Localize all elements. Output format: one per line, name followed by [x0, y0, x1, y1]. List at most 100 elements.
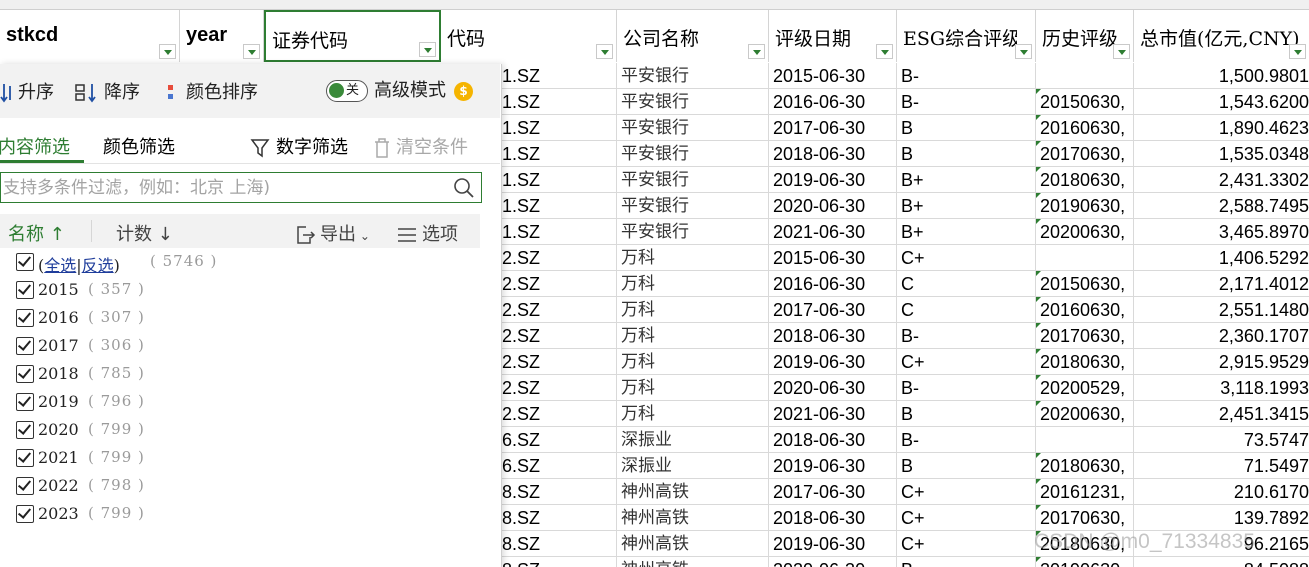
- cell-history-rating[interactable]: 20190630,: [1036, 193, 1134, 219]
- table-row[interactable]: 1.SZ 平安银行 2019-06-30 B+ 20180630, 2,431.3302: [502, 167, 1309, 193]
- table-row[interactable]: 1.SZ 平安银行 2015-06-30 B- 1,500.9801: [502, 63, 1309, 89]
- cell-market-cap[interactable]: 1,543.6200: [1134, 89, 1309, 115]
- cell-code[interactable]: 8.SZ: [502, 531, 617, 557]
- cell-code[interactable]: 2.SZ: [502, 323, 617, 349]
- list-item-select-all[interactable]: (全选|反选) ( 5746 ): [0, 249, 480, 277]
- cell-company-name[interactable]: 深振业: [617, 453, 769, 479]
- list-item[interactable]: 2019 ( 796 ): [0, 389, 480, 417]
- checkbox[interactable]: [16, 337, 34, 355]
- export-button[interactable]: 导出 ⌄: [294, 220, 370, 246]
- column-header-stkcd[interactable]: stkcd: [0, 10, 180, 62]
- color-sort-button[interactable]: 颜色排序: [164, 78, 258, 104]
- cell-rating-date[interactable]: 2017-06-30: [769, 297, 897, 323]
- filter-dropdown-icon[interactable]: [596, 44, 613, 59]
- cell-market-cap[interactable]: 2,915.9529: [1134, 349, 1309, 375]
- cell-esg-rating[interactable]: C+: [897, 479, 1036, 505]
- list-item[interactable]: 2016 ( 307 ): [0, 305, 480, 333]
- table-row[interactable]: 2.SZ 万科 2016-06-30 C 20150630, 2,171.4012: [502, 271, 1309, 297]
- cell-code[interactable]: 6.SZ: [502, 427, 617, 453]
- cell-esg-rating[interactable]: B: [897, 141, 1036, 167]
- cell-company-name[interactable]: 平安银行: [617, 63, 769, 89]
- cell-code[interactable]: 2.SZ: [502, 401, 617, 427]
- cell-history-rating[interactable]: 20161231,: [1036, 479, 1134, 505]
- column-header-market-cap[interactable]: 总市值(亿元,CNY): [1134, 10, 1309, 62]
- cell-rating-date[interactable]: 2016-06-30: [769, 271, 897, 297]
- list-item[interactable]: 2021 ( 799 ): [0, 445, 480, 473]
- checkbox[interactable]: [16, 477, 34, 495]
- cell-company-name[interactable]: 神州高铁: [617, 557, 769, 567]
- list-item[interactable]: 2017 ( 306 ): [0, 333, 480, 361]
- cell-rating-date[interactable]: 2015-06-30: [769, 63, 897, 89]
- table-row[interactable]: 2.SZ 万科 2015-06-30 C+ 1,406.5292: [502, 245, 1309, 271]
- column-header-security-code[interactable]: 证券代码: [264, 10, 441, 62]
- cell-esg-rating[interactable]: B-: [897, 63, 1036, 89]
- cell-esg-rating[interactable]: B+: [897, 167, 1036, 193]
- cell-esg-rating[interactable]: B: [897, 557, 1036, 567]
- cell-rating-date[interactable]: 2021-06-30: [769, 219, 897, 245]
- cell-rating-date[interactable]: 2017-06-30: [769, 479, 897, 505]
- cell-code[interactable]: 8.SZ: [502, 505, 617, 531]
- cell-company-name[interactable]: 万科: [617, 349, 769, 375]
- column-header-history-rating[interactable]: 历史评级: [1036, 10, 1134, 62]
- cell-code[interactable]: 2.SZ: [502, 245, 617, 271]
- cell-company-name[interactable]: 万科: [617, 297, 769, 323]
- cell-market-cap[interactable]: 73.5747: [1134, 427, 1309, 453]
- advanced-mode-toggle[interactable]: 关高级模式 $: [326, 76, 473, 102]
- cell-company-name[interactable]: 平安银行: [617, 141, 769, 167]
- filter-dropdown-icon[interactable]: [243, 44, 260, 59]
- select-all-link[interactable]: 全选: [44, 256, 76, 275]
- cell-company-name[interactable]: 平安银行: [617, 193, 769, 219]
- cell-market-cap[interactable]: 2,551.1480: [1134, 297, 1309, 323]
- search-icon[interactable]: [453, 177, 475, 199]
- cell-market-cap[interactable]: 210.6170: [1134, 479, 1309, 505]
- cell-code[interactable]: 2.SZ: [502, 375, 617, 401]
- cell-market-cap[interactable]: 139.7892: [1134, 505, 1309, 531]
- cell-esg-rating[interactable]: B-: [897, 375, 1036, 401]
- tab-content-filter[interactable]: 内容筛选: [0, 133, 70, 159]
- cell-company-name[interactable]: 万科: [617, 401, 769, 427]
- checkbox[interactable]: [16, 253, 34, 271]
- filter-dropdown-icon[interactable]: [748, 44, 765, 59]
- checkbox[interactable]: [16, 281, 34, 299]
- cell-code[interactable]: 6.SZ: [502, 453, 617, 479]
- filter-dropdown-icon[interactable]: [1289, 44, 1306, 59]
- cell-rating-date[interactable]: 2019-06-30: [769, 167, 897, 193]
- cell-market-cap[interactable]: 1,890.4623: [1134, 115, 1309, 141]
- cell-esg-rating[interactable]: B: [897, 115, 1036, 141]
- cell-market-cap[interactable]: 2,451.3415: [1134, 401, 1309, 427]
- cell-history-rating[interactable]: [1036, 427, 1134, 453]
- column-header-code[interactable]: 代码: [441, 10, 617, 62]
- cell-company-name[interactable]: 平安银行: [617, 89, 769, 115]
- cell-company-name[interactable]: 神州高铁: [617, 479, 769, 505]
- column-header-year[interactable]: year: [180, 10, 264, 62]
- table-row[interactable]: 2.SZ 万科 2021-06-30 B 20200630, 2,451.3415: [502, 401, 1309, 427]
- table-row[interactable]: 1.SZ 平安银行 2020-06-30 B+ 20190630, 2,588.7495: [502, 193, 1309, 219]
- cell-esg-rating[interactable]: C+: [897, 531, 1036, 557]
- cell-rating-date[interactable]: 2018-06-30: [769, 505, 897, 531]
- table-row[interactable]: 1.SZ 平安银行 2021-06-30 B+ 20200630, 3,465.8970: [502, 219, 1309, 245]
- cell-history-rating[interactable]: 20190630,: [1036, 557, 1134, 567]
- checkbox[interactable]: [16, 449, 34, 467]
- filter-dropdown-icon[interactable]: [159, 44, 176, 59]
- cell-market-cap[interactable]: 1,500.9801: [1134, 63, 1309, 89]
- sort-by-name-button[interactable]: 名称 ↑: [8, 220, 65, 246]
- cell-history-rating[interactable]: 20150630,: [1036, 89, 1134, 115]
- tab-color-filter[interactable]: 颜色筛选: [103, 133, 175, 159]
- cell-rating-date[interactable]: 2018-06-30: [769, 323, 897, 349]
- list-item[interactable]: 2015 ( 357 ): [0, 277, 480, 305]
- cell-esg-rating[interactable]: B+: [897, 193, 1036, 219]
- filter-dropdown-icon[interactable]: [419, 42, 436, 57]
- cell-code[interactable]: 2.SZ: [502, 271, 617, 297]
- cell-code[interactable]: 1.SZ: [502, 219, 617, 245]
- cell-history-rating[interactable]: 20180630,: [1036, 167, 1134, 193]
- cell-rating-date[interactable]: 2019-06-30: [769, 349, 897, 375]
- cell-rating-date[interactable]: 2018-06-30: [769, 141, 897, 167]
- table-row[interactable]: 1.SZ 平安银行 2018-06-30 B 20170630, 1,535.0348: [502, 141, 1309, 167]
- cell-company-name[interactable]: 万科: [617, 323, 769, 349]
- cell-rating-date[interactable]: 2021-06-30: [769, 401, 897, 427]
- cell-company-name[interactable]: 神州高铁: [617, 505, 769, 531]
- cell-market-cap[interactable]: 2,588.7495: [1134, 193, 1309, 219]
- cell-history-rating[interactable]: 20200630,: [1036, 401, 1134, 427]
- cell-company-name[interactable]: 平安银行: [617, 219, 769, 245]
- filter-search-input[interactable]: [1, 173, 446, 202]
